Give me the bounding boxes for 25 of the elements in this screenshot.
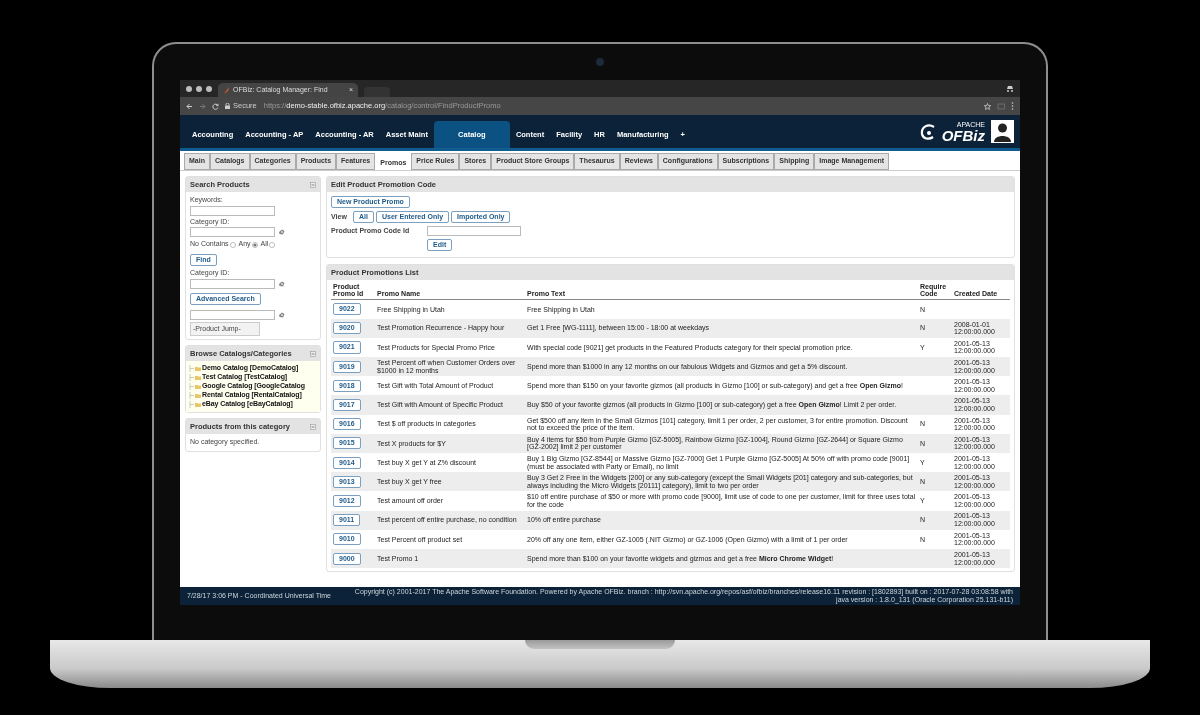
cast-icon[interactable] [997, 102, 1005, 110]
collapse-icon[interactable] [310, 181, 316, 188]
logo-text: OFBiz [941, 127, 985, 143]
camera-icon [596, 58, 604, 66]
collapse-icon[interactable] [310, 350, 316, 357]
input-field[interactable] [190, 278, 275, 289]
back-icon[interactable] [186, 102, 193, 110]
incognito-icon [1006, 84, 1014, 93]
radio-button[interactable] [229, 241, 236, 248]
radio-button[interactable] [251, 241, 258, 248]
input-field[interactable] [427, 226, 521, 237]
swoosh-icon [919, 122, 936, 141]
menu-icon[interactable] [1011, 102, 1014, 110]
radio-button[interactable] [269, 241, 276, 248]
collapse-icon[interactable] [310, 423, 316, 430]
feather-icon [223, 86, 230, 94]
input-field[interactable] [190, 309, 275, 320]
input-field[interactable] [190, 205, 275, 216]
star-icon[interactable] [984, 102, 991, 110]
lock-icon [225, 103, 230, 109]
forward-icon[interactable] [199, 102, 206, 110]
reload-icon[interactable] [212, 102, 219, 110]
new-tab-button[interactable] [364, 87, 390, 97]
avatar-icon[interactable] [991, 120, 1014, 143]
input-field[interactable] [190, 227, 275, 238]
